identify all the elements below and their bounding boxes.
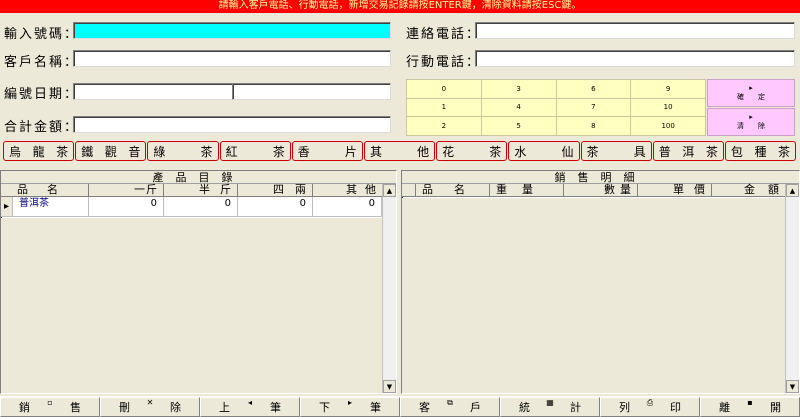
col-weight[interactable]: 重量 [490,184,564,196]
col-amount[interactable]: 金額 [712,184,785,196]
keypad-key-6[interactable]: 6 [556,80,631,98]
one-jin-cell[interactable]: 0 [89,197,164,216]
delete-icon: ✕ [146,398,154,407]
serial-date-label: 編號日期： [4,87,80,102]
col-four-liang[interactable]: 四兩 [238,184,313,196]
col-sales-product-name[interactable]: 品名 [416,184,490,196]
sales-header: 品名 重量 數量 單價 金額 [402,184,785,197]
mobile-phone-field[interactable] [475,50,795,67]
col-other[interactable]: 其他 [313,184,382,196]
category-flower-tea[interactable]: 花茶 [436,141,508,161]
statistics-button[interactable]: ▦ 統計 [500,397,600,417]
category-other[interactable]: 其他 [363,141,436,161]
keypad-actions: ▸ 確 定 ▸ 清 除 [707,79,795,136]
keypad-key-8[interactable]: 8 [556,117,631,135]
sales-empty-area [402,198,785,393]
sales-scrollbar[interactable]: ▲ ▼ [785,184,799,393]
col-half-jin[interactable]: 半斤 [164,184,238,196]
keypad-key-1[interactable]: 1 [407,98,481,117]
scroll-up-icon[interactable]: ▲ [786,184,799,197]
keypad-key-5[interactable]: 5 [481,117,556,135]
date-field[interactable] [232,83,391,100]
scroll-down-icon[interactable]: ▼ [786,380,799,393]
stats-icon: ▦ [546,398,554,407]
product-catalog-panel: 產品目錄 品名 一斤 半斤 四兩 其他 ▸ 普洱茶 0 0 0 0 ▲ ▼ [0,170,397,394]
total-amount-field[interactable] [73,116,391,133]
save-exit-icon: ▪ [747,398,753,407]
keypad-key-3[interactable]: 3 [481,80,556,98]
serial-number-field[interactable] [73,83,233,100]
category-oolong[interactable]: 烏龍茶 [3,141,75,161]
next-record-button[interactable]: ▸ 下筆 [300,397,400,417]
number-keypad: 0 3 6 9 1 4 7 10 2 5 8 100 [406,79,706,136]
other-cell[interactable]: 0 [313,197,382,216]
clear-button[interactable]: ▸ 清 除 [707,108,795,136]
col-unit-price[interactable]: 單價 [638,184,712,196]
instruction-banner: 請輸入客戶電話、行動電話，新增交易記錄請按ENTER鍵，清除資料請按ESC鍵。 [0,0,800,13]
keypad-key-7[interactable]: 7 [556,98,631,117]
category-scented[interactable]: 香片 [291,141,363,161]
keypad-key-9[interactable]: 9 [631,80,705,98]
sales-button[interactable]: ▫ 銷售 [0,397,100,417]
previous-record-button[interactable]: ◂ 上筆 [200,397,300,417]
document-icon: ▫ [47,398,53,407]
keypad-key-0[interactable]: 0 [407,80,481,98]
input-number-field[interactable] [73,22,391,39]
contact-phone-label: 連絡電話： [406,27,482,42]
scroll-up-icon[interactable]: ▲ [383,184,396,197]
play-icon: ▸ [749,84,753,92]
keypad-key-2[interactable]: 2 [407,117,481,135]
col-quantity[interactable]: 數量 [564,184,638,196]
mobile-phone-label: 行動電話： [406,55,482,70]
confirm-label: 確 定 [737,93,765,101]
scroll-down-icon[interactable]: ▼ [383,380,396,393]
col-product-name[interactable]: 品名 [1,184,89,196]
bottom-toolbar: ▫ 銷售 ✕ 刪除 ◂ 上筆 ▸ 下筆 ⧉ 客戶 ▦ 統計 ⎙ 列印 ▪ 離開 [0,396,800,417]
category-baozhong[interactable]: 包種茶 [724,141,797,161]
total-amount-label: 合計金額： [4,120,80,135]
half-jin-cell[interactable]: 0 [164,197,238,216]
next-icon: ▸ [347,398,353,407]
category-tea-ware[interactable]: 茶具 [580,141,652,161]
sales-detail-panel: 銷售明細 品名 重量 數量 單價 金額 ▲ ▼ [401,170,800,394]
customer-name-label: 客戶名稱： [4,55,80,70]
customer-icon: ⧉ [447,398,453,407]
customer-button[interactable]: ⧉ 客戶 [400,397,500,417]
catalog-scrollbar[interactable]: ▲ ▼ [382,184,396,393]
prev-icon: ◂ [247,398,253,407]
four-liang-cell[interactable]: 0 [238,197,313,216]
row-selector-icon[interactable]: ▸ [1,197,13,216]
catalog-header: 品名 一斤 半斤 四兩 其他 [1,184,382,197]
input-number-label: 輸入號碼： [4,27,80,42]
table-row[interactable]: ▸ 普洱茶 0 0 0 0 [1,197,382,217]
customer-name-field[interactable] [73,50,391,67]
category-shuixian[interactable]: 水仙 [508,141,580,161]
product-name-cell[interactable]: 普洱茶 [13,197,89,216]
category-tieguanyin[interactable]: 鐵觀音 [75,141,147,161]
col-one-jin[interactable]: 一斤 [89,184,164,196]
category-bar: 烏龍茶 鐵觀音 綠茶 紅茶 香片 其他 花茶 水仙 茶具 普洱茶 包種茶 [3,141,797,161]
keypad-key-100[interactable]: 100 [631,117,705,135]
play-icon: ▸ [749,113,753,121]
sales-row-header [402,184,416,196]
category-puer[interactable]: 普洱茶 [652,141,724,161]
keypad-key-10[interactable]: 10 [631,98,705,117]
category-black-tea[interactable]: 紅茶 [219,141,291,161]
print-icon: ⎙ [646,398,654,407]
confirm-button[interactable]: ▸ 確 定 [707,79,795,107]
clear-label: 清 除 [737,122,765,130]
print-button[interactable]: ⎙ 列印 [600,397,700,417]
catalog-empty-area [1,218,382,393]
category-green-tea[interactable]: 綠茶 [147,141,219,161]
keypad-key-4[interactable]: 4 [481,98,556,117]
exit-button[interactable]: ▪ 離開 [700,397,800,417]
contact-phone-field[interactable] [475,22,795,39]
delete-button[interactable]: ✕ 刪除 [100,397,200,417]
